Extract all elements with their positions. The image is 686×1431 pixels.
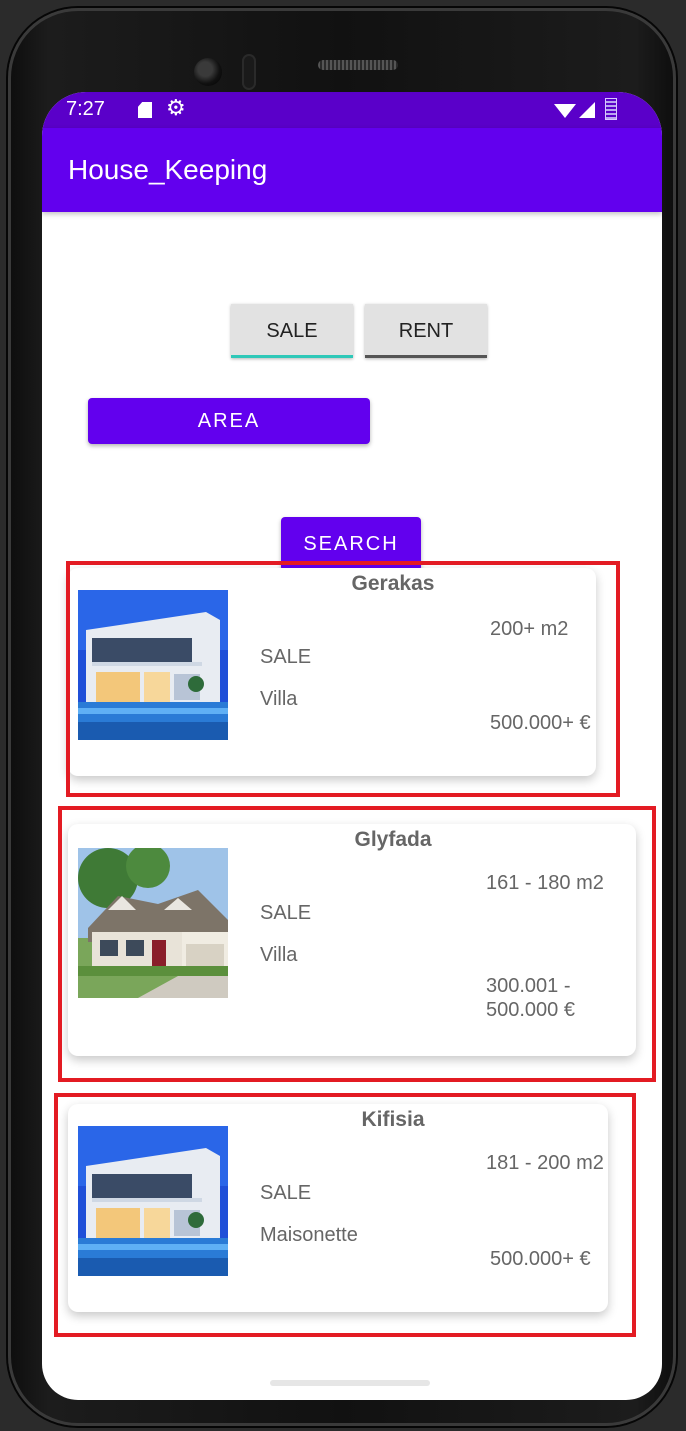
listing-size: 161 - 180 m2 [486,872,604,894]
earpiece-speaker [318,60,398,70]
listing-area: Gerakas [351,572,435,595]
sale-label: SALE [266,319,318,342]
listing-type: SALE [260,1182,312,1204]
listing-photo [78,1126,228,1276]
sd-card-icon [138,102,152,118]
home-gesture-handle[interactable] [270,1380,430,1386]
status-bar: 7:27 ⚙ [42,92,662,128]
listing-card[interactable]: Kifisia 181 - 200 m2 SALE Maisonette 500… [68,1104,608,1312]
listing-price: 500.000+ € [490,1248,591,1270]
search-button[interactable]: SEARCH [281,517,421,571]
status-time: 7:27 [66,98,105,120]
sale-indicator [231,355,353,358]
listing-category: Maisonette [260,1224,358,1246]
sale-toggle-button[interactable]: SALE [231,304,353,358]
rent-indicator [365,355,487,358]
listing-category: Villa [260,944,298,966]
listing-size: 181 - 200 m2 [486,1152,604,1174]
listing-type: SALE [260,646,312,668]
listing-category: Villa [260,688,298,710]
listing-area: Kifisia [361,1108,425,1131]
listing-area: Glyfada [354,828,432,851]
app-screen: 7:27 ⚙ House_Keeping SALE RENT AREA SEAR… [42,92,662,1400]
listing-price: 300.001 - 500.000 € [486,975,575,1021]
listing-photo [78,848,228,998]
cell-signal-icon [579,102,595,118]
gesture-navigation-bar [42,1368,662,1408]
rent-label: RENT [398,319,454,342]
listing-card[interactable]: Gerakas 200+ m2 SALE Villa 500.000+ € [68,568,596,776]
app-title: House_Keeping [68,154,268,185]
settings-icon: ⚙ [166,95,186,120]
listing-price: 500.000+ € [490,712,591,734]
listing-size: 200+ m2 [490,618,569,640]
wifi-icon [554,104,576,118]
listing-card[interactable]: Glyfada 161 - 180 m2 SALE Villa 300.001 … [68,824,636,1056]
listing-type: SALE [260,902,312,924]
app-bar: House_Keeping [42,128,662,212]
listing-photo [78,590,228,740]
area-button[interactable]: AREA [88,398,370,444]
front-camera [194,58,222,86]
proximity-sensor [242,54,256,90]
rent-toggle-button[interactable]: RENT [365,304,487,358]
battery-icon [605,98,617,120]
